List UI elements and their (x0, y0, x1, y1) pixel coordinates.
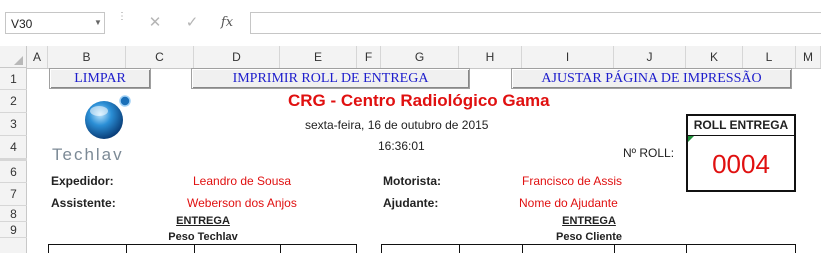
column-header[interactable]: C (126, 46, 194, 68)
date-text: sexta-feira, 16 de outubro de 2015 (305, 118, 489, 132)
right-section-subtitle: Peso Cliente (555, 231, 623, 243)
table-divider (280, 244, 281, 253)
row-header[interactable]: 2 (0, 90, 27, 113)
name-box[interactable]: V30 (5, 12, 105, 34)
ajudante-value[interactable]: Nome do Ajudante (519, 196, 618, 210)
column-header[interactable]: I (522, 46, 614, 68)
column-header[interactable]: D (194, 46, 280, 68)
select-all-icon (14, 56, 23, 65)
expedidor-value[interactable]: Leandro de Sousa (193, 174, 291, 188)
column-header[interactable]: E (280, 46, 357, 68)
column-header[interactable]: J (614, 46, 686, 68)
assistente-value[interactable]: Weberson dos Anjos (187, 196, 297, 210)
table-divider (126, 244, 127, 253)
row-header[interactable]: 1 (0, 68, 27, 90)
row-header[interactable]: 7 (0, 183, 27, 206)
column-header[interactable]: L (743, 46, 796, 68)
ajudante-label: Ajudante: (383, 196, 439, 210)
column-header[interactable]: M (796, 46, 821, 68)
roll-label: Nº ROLL: (623, 146, 675, 160)
logo-text: Techlav (52, 145, 124, 164)
row-headers: 1 2 3 4 6 7 8 9 (0, 68, 27, 253)
table-divider (356, 244, 357, 253)
column-header[interactable]: B (48, 46, 126, 68)
ajustar-pagina-button[interactable]: AJUSTAR PÁGINA DE IMPRESSÃO (511, 68, 792, 89)
table-divider (381, 244, 382, 253)
column-header[interactable]: H (459, 46, 522, 68)
row-header[interactable]: 3 (0, 113, 27, 136)
table-divider (614, 244, 615, 253)
right-section-title: ENTREGA (562, 215, 616, 227)
chevron-down-icon[interactable]: ▼ (92, 12, 104, 34)
column-header[interactable]: A (27, 46, 48, 68)
left-section-title: ENTREGA (176, 215, 230, 227)
motorista-value[interactable]: Francisco de Assis (522, 174, 622, 188)
drag-handle-icon[interactable]: ⋮ (117, 12, 127, 32)
table-divider (459, 244, 460, 253)
row-header[interactable]: 6 (0, 161, 27, 183)
insert-function-icon[interactable]: fx (214, 12, 240, 34)
table-divider (48, 244, 49, 253)
enter-icon[interactable]: ✓ (179, 12, 205, 34)
limpar-button[interactable]: LIMPAR (49, 68, 151, 89)
table-divider (522, 244, 523, 253)
roll-number[interactable]: 0004 (686, 149, 796, 180)
globe-logo-icon (82, 95, 134, 145)
row-header[interactable]: 8 (0, 206, 27, 222)
time-text: 16:36:01 (378, 139, 425, 153)
column-headers: A B C D E F G H I J K L M (0, 46, 821, 69)
left-table-top-border (48, 244, 357, 245)
table-divider (686, 244, 687, 253)
column-header[interactable]: K (686, 46, 743, 68)
table-divider (795, 244, 796, 253)
motorista-label: Motorista: (383, 174, 441, 188)
formula-input[interactable] (250, 12, 821, 34)
page-title: CRG - Centro Radiológico Gama (288, 91, 550, 110)
assistente-label: Assistente: (51, 196, 116, 210)
roll-box-title: ROLL ENTREGA (693, 118, 789, 132)
expedidor-label: Expedidor: (51, 174, 114, 188)
cell-comment-marker-icon (688, 136, 694, 142)
column-header[interactable]: G (381, 46, 459, 68)
row-header[interactable]: 9 (0, 222, 27, 238)
left-section-subtitle: Peso Techlav (168, 231, 238, 243)
right-table-top-border (381, 244, 796, 245)
imprimir-roll-button[interactable]: IMPRIMIR ROLL DE ENTREGA (191, 68, 470, 89)
cancel-icon[interactable]: ✕ (142, 12, 168, 34)
column-header[interactable]: F (357, 46, 381, 68)
table-divider (194, 244, 195, 253)
row-header[interactable]: 4 (0, 136, 27, 159)
